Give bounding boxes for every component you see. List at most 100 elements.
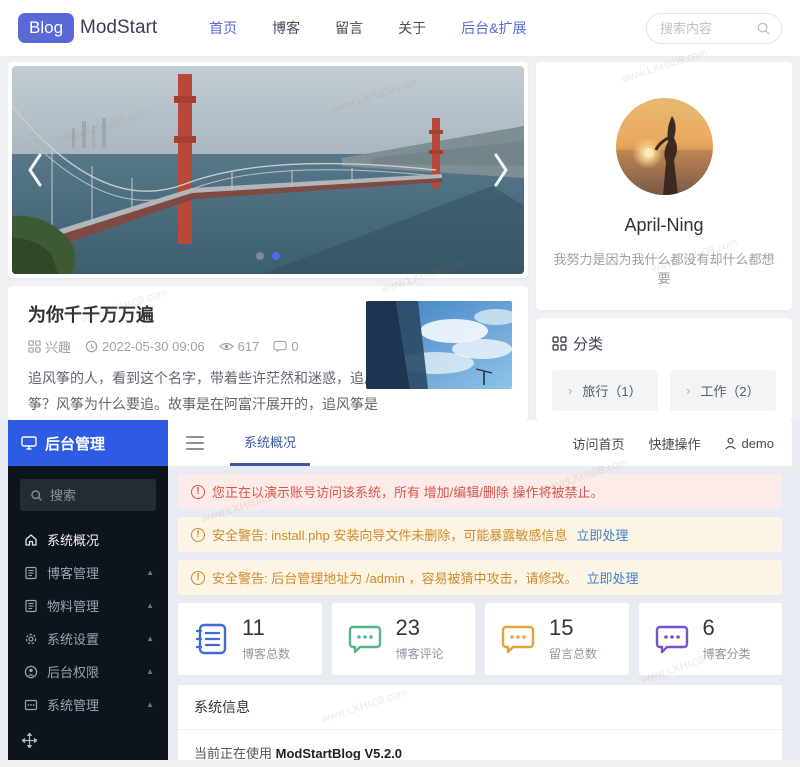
blog-post-card: 为你千千万万遍 兴趣 202	[8, 286, 528, 420]
admin-search-box	[20, 479, 156, 511]
system-info-body: 当前正在使用 ModStartBlog V5.2.0 当前使用的是最新版本，我们…	[178, 730, 782, 760]
handle-now-link[interactable]: 立即处理	[576, 525, 628, 544]
document-icon	[24, 566, 38, 580]
demo-warning-alert: ! 您正在以演示账号访问该系统，所有 增加/编辑/删除 操作将被禁止。	[178, 474, 782, 509]
page-footer-strip	[0, 760, 800, 767]
profile-name[interactable]: April-Ning	[624, 215, 703, 236]
stat-label: 博客评论	[396, 645, 444, 662]
admin-menu: 系统概况 博客管理 ▲ 物料管理 ▲	[8, 523, 168, 721]
version-prefix: 当前正在使用	[194, 746, 276, 760]
search-icon	[30, 489, 43, 502]
alert-text: 您正在以演示账号访问该系统，所有 增加/编辑/删除 操作将被禁止。	[212, 482, 603, 501]
stat-value: 23	[396, 616, 444, 640]
menu-label: 系统管理	[47, 695, 137, 714]
blog-search-input[interactable]	[660, 21, 750, 36]
menu-item-blog-manage[interactable]: 博客管理 ▲	[8, 556, 168, 589]
nav-item-message[interactable]: 留言	[335, 18, 363, 38]
move-icon[interactable]	[22, 733, 37, 748]
hamburger-menu-icon[interactable]	[186, 432, 204, 454]
stat-value: 15	[549, 616, 597, 640]
grid-icon	[552, 336, 567, 351]
stat-card-blog-comments: 23 博客评论	[332, 603, 476, 675]
user-icon	[24, 665, 38, 679]
person-icon	[724, 437, 737, 450]
eye-icon	[219, 340, 234, 353]
blog-left-column: 为你千千万万遍 兴趣 202	[8, 62, 528, 420]
version-line: 当前正在使用 ModStartBlog V5.2.0	[194, 743, 766, 760]
security-warning-install: ! 安全警告: install.php 安装向导文件未删除，可能暴露敏感信息 立…	[178, 517, 782, 552]
stat-label: 留言总数	[549, 645, 597, 662]
nav-item-about[interactable]: 关于	[398, 18, 426, 38]
category-grid-icon	[28, 340, 41, 353]
carousel-dot-1[interactable]	[256, 252, 264, 260]
carousel-prev-button[interactable]	[18, 142, 52, 198]
notebook-icon	[192, 620, 230, 658]
post-comments: 0	[273, 339, 298, 354]
security-warning-admin-path: ! 安全警告: 后台管理地址为 /admin ，容易被猜中攻击，请修改。 立即处…	[178, 560, 782, 595]
categories-list: › 旅行（1） › 工作（2）	[552, 370, 776, 411]
avatar[interactable]	[616, 98, 713, 195]
carousel-next-button[interactable]	[484, 142, 518, 198]
visit-home-link[interactable]: 访问首页	[572, 434, 624, 453]
version-number: ModStartBlog V5.2.0	[276, 746, 402, 760]
collapse-arrow-icon: ▲	[146, 634, 154, 643]
search-icon[interactable]	[756, 21, 771, 36]
collapse-arrow-icon: ▲	[146, 568, 154, 577]
blog-nav: 首页 博客 留言 关于 后台&扩展	[209, 18, 526, 38]
warning-circle-icon: !	[191, 485, 205, 499]
alert-text: 安全警告: install.php 安装向导文件未删除，可能暴露敏感信息	[212, 525, 567, 544]
category-item-work[interactable]: › 工作（2）	[670, 370, 776, 411]
profile-card: April-Ning 我努力是因为我什么都没有却什么都想要	[536, 62, 792, 310]
blog-logo-badge[interactable]: Blog	[18, 13, 74, 43]
carousel	[8, 62, 528, 278]
menu-label: 系统设置	[47, 629, 137, 648]
admin-search-input[interactable]	[50, 488, 140, 503]
collapse-arrow-icon: ▲	[146, 601, 154, 610]
chat-bubble-icon	[653, 620, 691, 658]
username: demo	[741, 436, 774, 451]
nav-item-blog[interactable]: 博客	[272, 18, 300, 38]
monitor-icon	[21, 436, 37, 450]
menu-item-admin-permissions[interactable]: 后台权限 ▲	[8, 655, 168, 688]
category-label: 旅行（1）	[582, 381, 641, 400]
stat-card-blog-categories: 6 博客分类	[639, 603, 783, 675]
carousel-dot-2[interactable]	[272, 252, 280, 260]
system-info-card: 系统信息 当前正在使用 ModStartBlog V5.2.0 当前使用的是最新…	[178, 685, 782, 760]
blog-main: 为你千千万万遍 兴趣 202	[0, 57, 800, 420]
user-menu[interactable]: demo	[724, 436, 774, 451]
menu-item-system-manage[interactable]: 系统管理 ▲	[8, 688, 168, 721]
menu-item-overview[interactable]: 系统概况	[8, 523, 168, 556]
menu-item-system-settings[interactable]: 系统设置 ▲	[8, 622, 168, 655]
carousel-dots	[256, 252, 280, 260]
menu-label: 系统概况	[47, 530, 154, 549]
admin-title: 后台管理	[45, 433, 105, 454]
clock-icon	[85, 340, 98, 353]
post-date: 2022-05-30 09:06	[85, 339, 205, 354]
blog-search-box	[646, 13, 782, 44]
menu-label: 博客管理	[47, 563, 137, 582]
alert-text: 安全警告: 后台管理地址为 /admin ，容易被猜中攻击，请修改。	[212, 568, 577, 587]
chat-bubble-icon	[499, 620, 537, 658]
nav-item-home[interactable]: 首页	[209, 18, 237, 38]
categories-header: 分类	[552, 333, 776, 354]
post-thumbnail-sky[interactable]	[366, 301, 512, 389]
stat-label: 博客总数	[242, 645, 290, 662]
home-icon	[24, 533, 38, 547]
categories-card: 分类 › 旅行（1） › 工作（2）	[536, 318, 792, 420]
quick-actions-link[interactable]: 快捷操作	[648, 434, 700, 453]
nav-item-admin-ext[interactable]: 后台&扩展	[461, 18, 526, 38]
post-category-label: 兴趣	[45, 337, 71, 356]
blog-logo-text[interactable]: ModStart	[80, 17, 157, 39]
category-item-travel[interactable]: › 旅行（1）	[552, 370, 658, 411]
handle-now-link[interactable]: 立即处理	[586, 568, 638, 587]
tab-system-overview[interactable]: 系统概况	[230, 420, 310, 466]
collapse-arrow-icon: ▲	[146, 667, 154, 676]
post-views: 617	[219, 339, 260, 354]
system-info-title: 系统信息	[178, 685, 782, 730]
post-category[interactable]: 兴趣	[28, 337, 71, 356]
menu-item-material-manage[interactable]: 物料管理 ▲	[8, 589, 168, 622]
blog-frontend: Blog ModStart 首页 博客 留言 关于 后台&扩展	[0, 0, 800, 420]
stat-label: 博客分类	[703, 645, 751, 662]
comment-icon	[273, 340, 287, 353]
document-icon	[24, 599, 38, 613]
